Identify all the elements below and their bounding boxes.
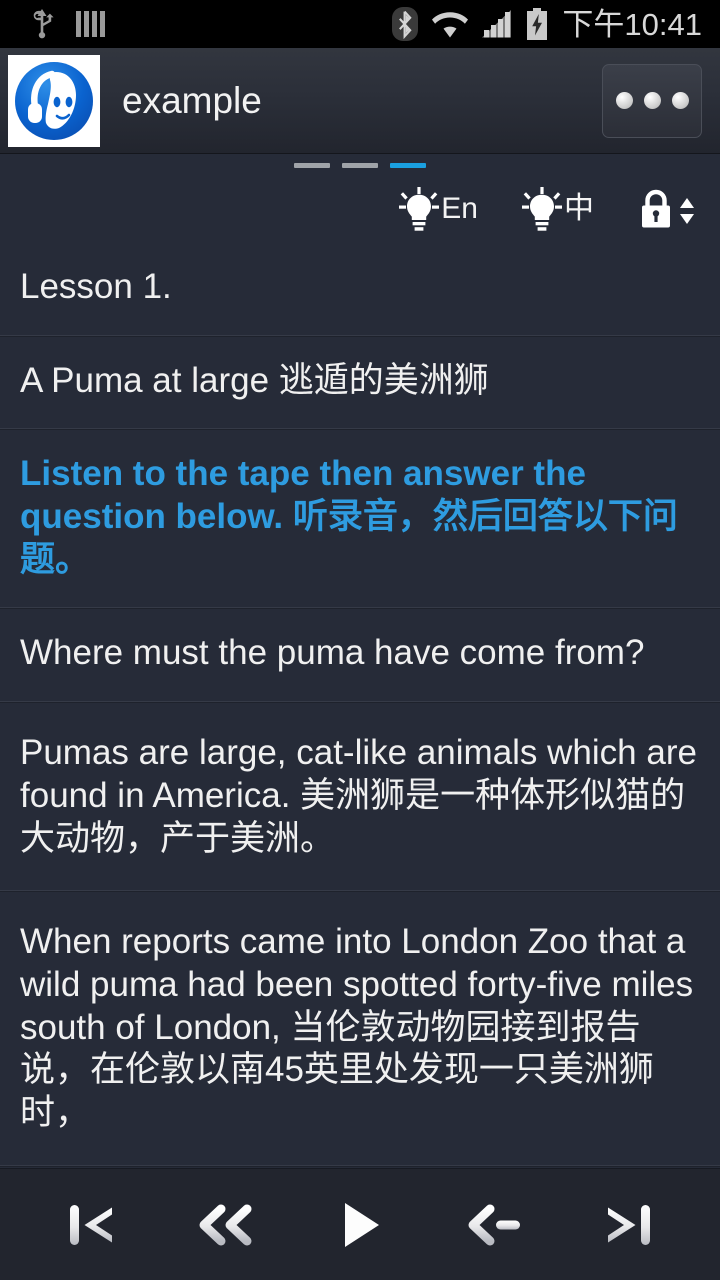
status-bar: 下午10:41	[0, 0, 720, 48]
overflow-menu-button[interactable]	[602, 63, 702, 138]
list-item-active[interactable]: Listen to the tape then answer the quest…	[0, 429, 720, 609]
status-bar-clock: 下午10:41	[562, 6, 702, 42]
bluetooth-icon	[392, 7, 419, 41]
overflow-dot-icon	[643, 92, 661, 109]
list-item[interactable]: Where must the puma have come from?	[0, 608, 720, 703]
app-bar: example	[0, 48, 720, 154]
rewind-icon	[199, 1204, 252, 1245]
hint-chinese-label: 中	[564, 192, 594, 225]
hint-english-button[interactable]: En	[399, 187, 478, 231]
app-title: example	[122, 79, 262, 121]
vertical-bars-icon	[76, 11, 105, 37]
overflow-dot-icon	[671, 92, 689, 109]
play-button[interactable]	[312, 1181, 408, 1269]
play-icon	[344, 1202, 379, 1247]
status-bar-right-icons: 下午10:41	[392, 7, 708, 41]
status-bar-left-icons	[12, 9, 105, 39]
wifi-icon	[432, 12, 469, 38]
list-item-text: Where must the puma have come from?	[20, 633, 645, 673]
lightbulb-icon	[522, 187, 562, 231]
overflow-dot-icon	[615, 92, 633, 109]
rewind-button[interactable]	[178, 1181, 274, 1269]
skip-previous-icon	[69, 1204, 112, 1245]
lightbulb-icon	[399, 187, 440, 231]
list-item[interactable]: Pumas are large, cat-like animals which …	[0, 702, 720, 892]
app-root: 下午10:41 example En 中 Lesson 1. A Puma at…	[0, 0, 720, 1280]
list-item[interactable]: A Puma at large 逃遁的美洲狮	[0, 336, 720, 430]
usb-icon	[33, 9, 54, 39]
lock-icon	[642, 189, 670, 228]
list-item-text: A Puma at large 逃遁的美洲狮	[20, 360, 489, 400]
repeat-back-button[interactable]	[446, 1181, 542, 1269]
skip-next-icon	[608, 1204, 651, 1245]
list-item-text: Lesson 1.	[20, 267, 172, 306]
hint-chinese-button[interactable]: 中	[522, 187, 594, 231]
app-logo-headphone-face-icon[interactable]	[8, 54, 100, 147]
tab-indicator-1[interactable]	[342, 162, 378, 168]
list-item[interactable]: Lesson 1.	[0, 242, 720, 336]
tab-indicator-2[interactable]	[390, 162, 426, 168]
hint-english-label: En	[441, 192, 478, 225]
arrow-left-bar-icon	[468, 1204, 520, 1245]
lesson-text-list[interactable]: Lesson 1. A Puma at large 逃遁的美洲狮 Listen …	[0, 242, 720, 1168]
content-toolbar: En 中	[0, 176, 720, 242]
skip-to-start-button[interactable]	[45, 1181, 141, 1269]
list-item[interactable]: When reports came into London Zoo that a…	[0, 891, 720, 1166]
skip-to-next-button[interactable]	[579, 1181, 675, 1269]
cellular-signal-icon	[482, 10, 512, 38]
list-item-text: Pumas are large, cat-like animals which …	[20, 733, 697, 858]
tab-indicator-0[interactable]	[294, 162, 330, 168]
playback-controls	[0, 1168, 720, 1280]
list-item-text: Listen to the tape then answer the quest…	[20, 454, 678, 579]
lock-scroll-button[interactable]	[638, 187, 698, 231]
list-item-text: When reports came into London Zoo that a…	[20, 922, 694, 1132]
battery-charging-icon	[527, 8, 548, 40]
tab-indicator[interactable]	[0, 154, 720, 176]
chevron-updown-icon	[680, 198, 694, 224]
